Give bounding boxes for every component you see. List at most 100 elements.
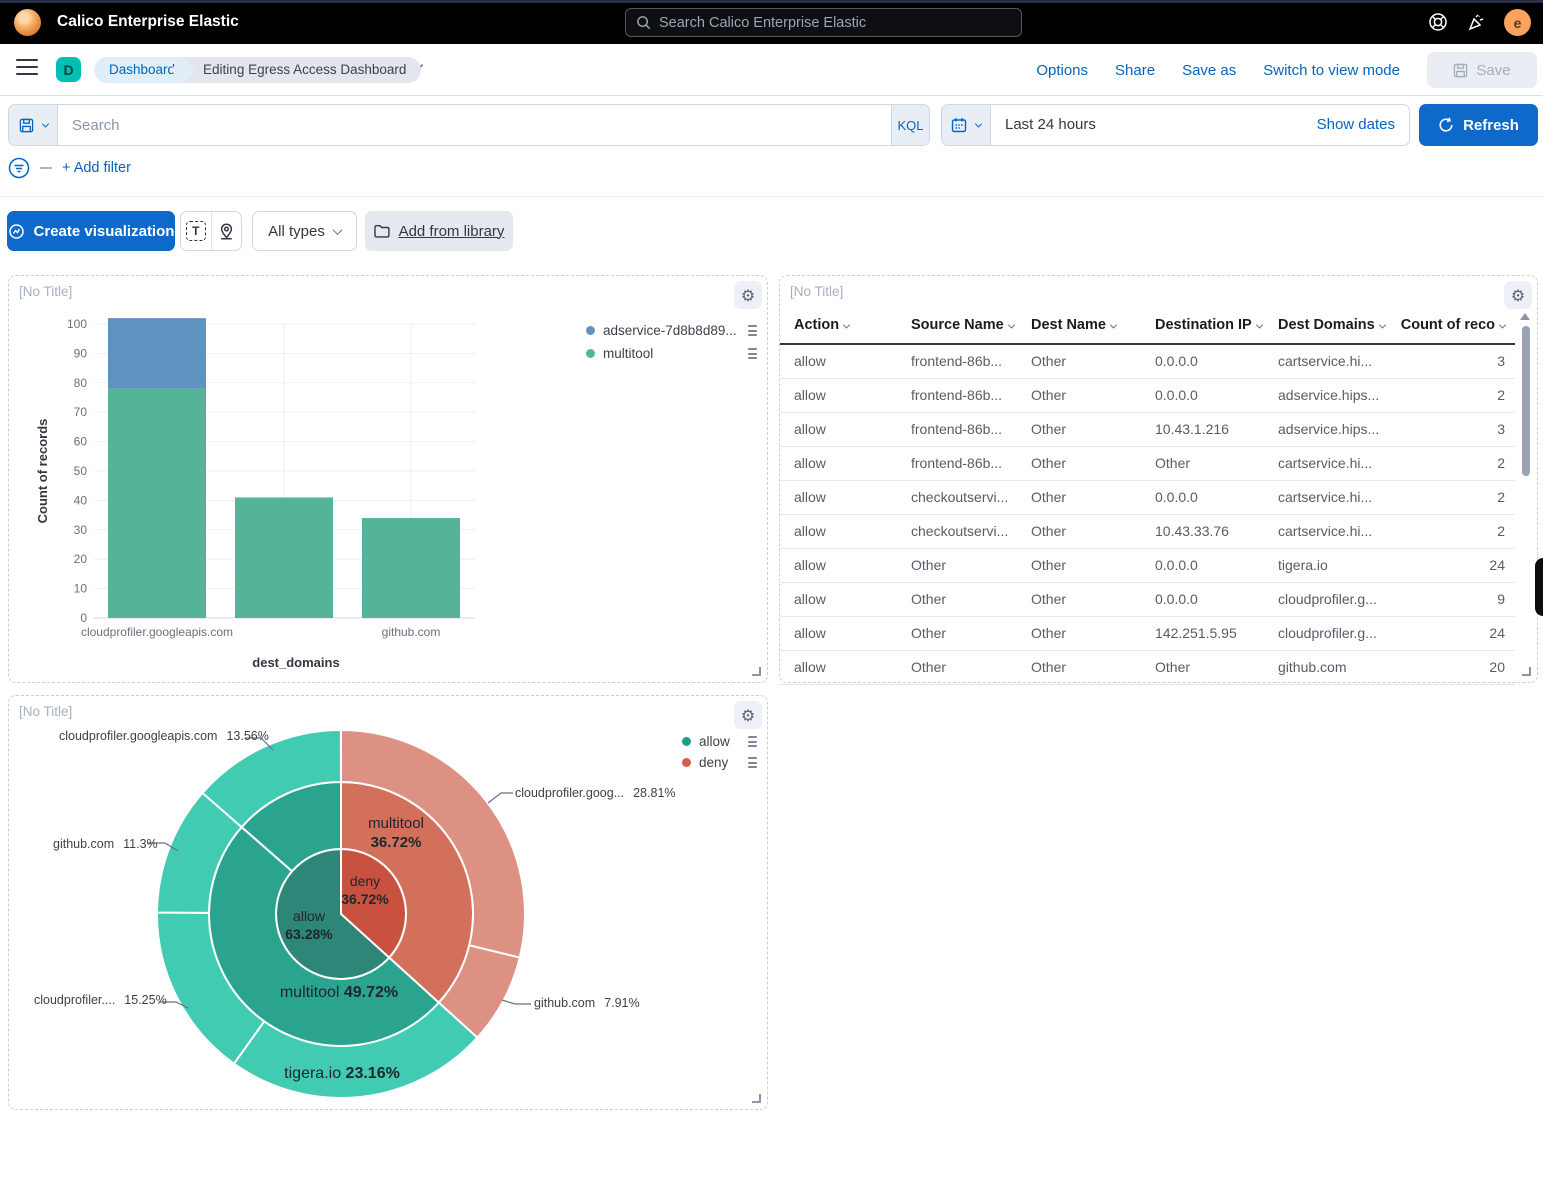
table-cell: frontend-86b... xyxy=(903,412,1023,446)
table-row: allowfrontend-86b...Other10.43.1.216adse… xyxy=(780,412,1515,446)
newsfeed-icon[interactable] xyxy=(1467,12,1487,32)
slice-label-multitool-allow: multitool 49.72% xyxy=(239,983,439,1003)
table-cell: frontend-86b... xyxy=(903,344,1023,378)
kql-search-input[interactable] xyxy=(58,105,891,145)
table-scrollbar[interactable] xyxy=(1522,326,1530,476)
legend-actions-icon[interactable] xyxy=(748,348,757,359)
add-from-library-button[interactable]: Add from library xyxy=(365,211,513,251)
help-icon[interactable] xyxy=(1428,12,1448,32)
panel-resize-handle[interactable] xyxy=(1522,667,1531,676)
table-cell: Other xyxy=(1147,650,1270,684)
kql-search-group: KQL xyxy=(8,104,930,146)
panel-resize-handle[interactable] xyxy=(752,667,761,676)
chevron-down-icon xyxy=(1256,322,1263,329)
callout-cloudprofiler-googleapis: cloudprofiler.googleapis.com13.56% xyxy=(59,729,269,743)
column-header-dest-name[interactable]: Dest Name xyxy=(1023,317,1147,344)
breadcrumb-current: Editing Egress Access Dashboard xyxy=(183,57,421,83)
column-header-count[interactable]: Count of reco xyxy=(1391,317,1515,344)
legend-actions-icon[interactable] xyxy=(748,325,757,336)
query-language-button[interactable]: KQL xyxy=(891,105,929,145)
search-icon xyxy=(636,15,651,30)
user-avatar[interactable]: e xyxy=(1504,9,1531,36)
table-cell: allow xyxy=(780,548,903,582)
add-filter-button[interactable]: + Add filter xyxy=(62,160,131,176)
breadcrumb-dashboard[interactable]: Dashboard xyxy=(94,57,183,83)
svg-text:cloudprofiler.googleapis.com: cloudprofiler.googleapis.com xyxy=(81,625,233,639)
window-top-strip xyxy=(0,0,1543,3)
create-visualization-button[interactable]: Create visualization xyxy=(7,211,175,251)
table-cell: allow xyxy=(780,446,903,480)
table-cell: 0.0.0.0 xyxy=(1147,344,1270,378)
add-text-button[interactable]: T xyxy=(181,212,211,250)
column-header-source-name[interactable]: Source Name xyxy=(903,317,1023,344)
legend-dot xyxy=(682,737,691,746)
legend-item-multitool[interactable]: multitool xyxy=(586,346,653,361)
column-header-dest-domains[interactable]: Dest Domains xyxy=(1270,317,1391,344)
legend-actions-icon[interactable] xyxy=(748,736,757,747)
table-cell: 2 xyxy=(1391,514,1515,548)
table-cell: 3 xyxy=(1391,344,1515,378)
table-cell: adservice.hips... xyxy=(1270,378,1391,412)
collapsed-flyout-tab[interactable] xyxy=(1535,558,1543,616)
svg-text:40: 40 xyxy=(74,493,88,507)
column-header-destination-ip[interactable]: Destination IP xyxy=(1147,317,1270,344)
time-range-value[interactable]: Last 24 hours xyxy=(991,105,1317,145)
column-header-action[interactable]: Action xyxy=(780,317,903,344)
table-cell: 24 xyxy=(1391,616,1515,650)
table-cell: 2 xyxy=(1391,480,1515,514)
filter-icon[interactable] xyxy=(8,157,30,179)
callout-cloudprofiler-allow: cloudprofiler....15.25% xyxy=(34,993,167,1007)
section-divider xyxy=(0,196,1543,197)
global-search[interactable] xyxy=(625,8,1022,37)
svg-text:30: 30 xyxy=(74,523,88,537)
menu-icon[interactable] xyxy=(16,59,38,75)
switch-view-mode-link[interactable]: Switch to view mode xyxy=(1263,62,1400,79)
legend-dot xyxy=(682,758,691,767)
legend-item-allow[interactable]: allow xyxy=(682,734,730,749)
saved-query-menu-button[interactable] xyxy=(9,105,58,145)
filter-divider xyxy=(40,167,52,169)
table-cell: Other xyxy=(1023,548,1147,582)
share-link[interactable]: Share xyxy=(1115,62,1155,79)
table-cell: Other xyxy=(1023,616,1147,650)
query-bar: KQL Last 24 hours Show dates Refresh xyxy=(8,104,1538,146)
table-cell: 2 xyxy=(1391,378,1515,412)
save-as-link[interactable]: Save as xyxy=(1182,62,1236,79)
table-cell: 0.0.0.0 xyxy=(1147,548,1270,582)
options-link[interactable]: Options xyxy=(1036,62,1088,79)
legend-item-deny[interactable]: deny xyxy=(682,755,728,770)
svg-text:0: 0 xyxy=(80,611,87,625)
svg-text:10: 10 xyxy=(74,582,88,596)
svg-text:Count of records: Count of records xyxy=(35,419,50,524)
table-cell: cartservice.hi... xyxy=(1270,344,1391,378)
scroll-up-arrow-icon[interactable] xyxy=(1520,313,1530,320)
space-badge[interactable]: D xyxy=(56,57,81,82)
table-cell: adservice.hips... xyxy=(1270,412,1391,446)
panel-settings-gear-icon[interactable]: ⚙ xyxy=(1504,281,1532,309)
callout-cloudprofiler-deny: cloudprofiler.goog...28.81% xyxy=(515,786,676,800)
text-icon: T xyxy=(186,221,206,241)
global-search-input[interactable] xyxy=(659,15,1011,31)
app-logo[interactable] xyxy=(14,9,41,36)
slice-label-tigera: tigera.io 23.16% xyxy=(242,1064,442,1084)
legend-actions-icon[interactable] xyxy=(748,757,757,768)
legend-item-adservice[interactable]: adservice-7d8b8d89... xyxy=(586,323,737,338)
refresh-icon xyxy=(1438,117,1454,133)
slice-label-deny: deny36.72% xyxy=(305,873,425,909)
save-button[interactable]: Save xyxy=(1427,52,1537,88)
table-cell: Other xyxy=(1023,412,1147,446)
nav-actions: Options Share Save as Switch to view mod… xyxy=(1036,44,1537,96)
add-map-button[interactable] xyxy=(211,212,242,250)
refresh-button[interactable]: Refresh xyxy=(1419,104,1538,146)
data-table-panel: [No Title] ⚙ Action Source Name Dest Nam… xyxy=(779,275,1538,683)
chevron-down-icon xyxy=(41,120,48,127)
bar-chart-panel: [No Title] ⚙ 0102030405060708090100cloud… xyxy=(8,275,768,683)
panel-resize-handle[interactable] xyxy=(752,1094,761,1103)
chevron-down-icon xyxy=(1008,322,1015,329)
calendar-menu-button[interactable] xyxy=(942,105,991,145)
lens-icon xyxy=(8,223,25,240)
all-types-dropdown[interactable]: All types xyxy=(252,211,357,251)
table-cell: Other xyxy=(1023,344,1147,378)
table-cell: cartservice.hi... xyxy=(1270,480,1391,514)
show-dates-button[interactable]: Show dates xyxy=(1317,105,1409,145)
